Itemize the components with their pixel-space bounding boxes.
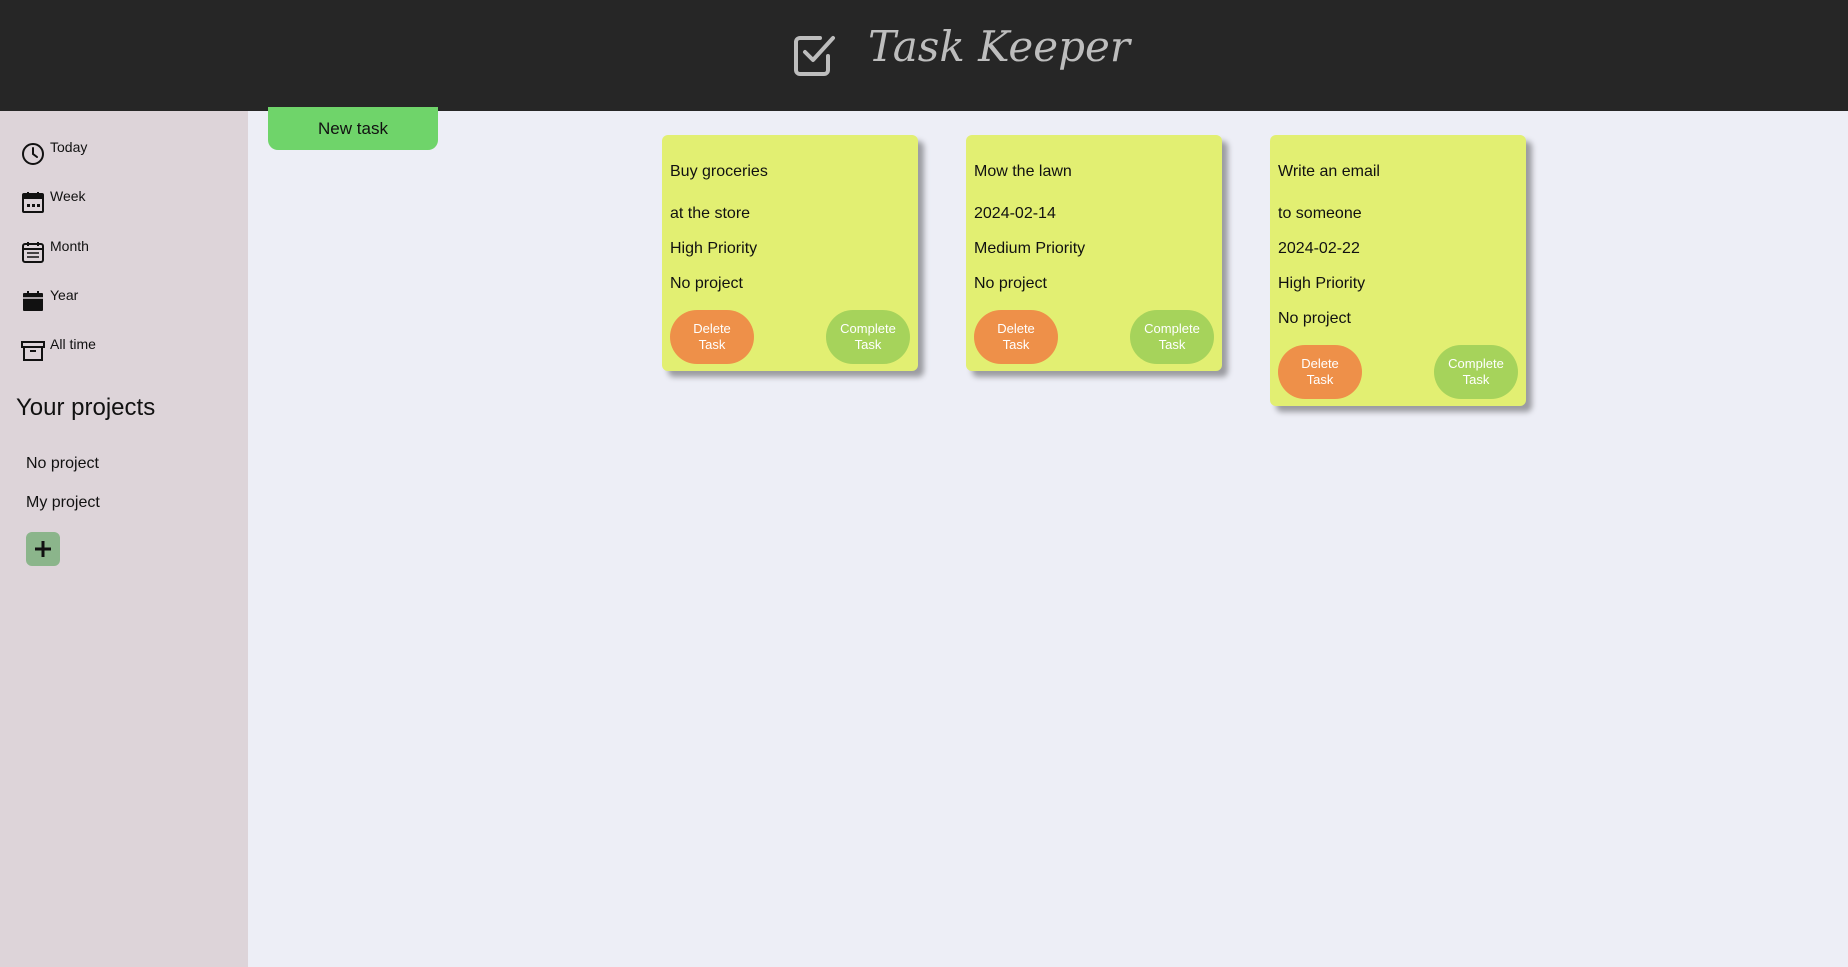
sidebar-item-month[interactable]: Month [20, 238, 89, 266]
task-card: Mow the lawn 2024-02-14 Medium Priority … [966, 135, 1222, 371]
task-due-date: 2024-02-14 [974, 205, 1056, 222]
task-card: Write an email to someone 2024-02-22 Hig… [1270, 135, 1526, 406]
delete-task-button[interactable]: Delete Task [1278, 345, 1362, 399]
task-project: No project [670, 275, 743, 292]
task-title: Write an email [1278, 163, 1380, 180]
task-priority: Medium Priority [974, 240, 1086, 257]
sidebar: Today Week Month Year All time Your proj… [0, 111, 248, 967]
complete-task-button[interactable]: Complete Task [1434, 345, 1518, 399]
task-priority: High Priority [670, 240, 758, 257]
sidebar-item-year[interactable]: Year [20, 287, 78, 315]
task-project: No project [974, 275, 1047, 292]
sidebar-item-all-time[interactable]: All time [20, 336, 96, 364]
projects-heading: Your projects [16, 394, 156, 421]
app-title: Task Keeper [868, 22, 1130, 71]
sidebar-item-today[interactable]: Today [20, 139, 87, 167]
new-task-button[interactable]: New task [268, 107, 438, 150]
sidebar-item-label: Month [50, 238, 89, 254]
complete-task-button[interactable]: Complete Task [826, 310, 910, 364]
calendar-month-icon [22, 242, 44, 263]
add-project-button[interactable] [26, 532, 60, 566]
task-description: to someone [1278, 205, 1362, 222]
task-title: Mow the lawn [974, 163, 1072, 180]
sidebar-item-week[interactable]: Week [20, 188, 86, 216]
sidebar-item-label: Week [50, 188, 86, 204]
complete-task-button[interactable]: Complete Task [1130, 310, 1214, 364]
project-item-no-project[interactable]: No project [26, 455, 99, 473]
task-due-date: 2024-02-22 [1278, 240, 1360, 257]
sidebar-item-label: All time [50, 336, 96, 352]
delete-task-button[interactable]: Delete Task [670, 310, 754, 364]
task-title: Buy groceries [670, 163, 768, 180]
plus-icon [35, 541, 51, 557]
sidebar-item-label: Today [50, 139, 88, 155]
task-description: at the store [670, 205, 751, 222]
calendar-week-icon [22, 192, 44, 213]
clock-icon [22, 143, 44, 165]
archive-icon [21, 341, 45, 361]
calendar-year-icon [23, 291, 43, 311]
task-card: Buy groceries at the store High Priority… [662, 135, 918, 371]
task-priority: High Priority [1278, 275, 1366, 292]
project-item-my-project[interactable]: My project [26, 494, 100, 512]
task-project: No project [1278, 310, 1351, 327]
app-header: Task Keeper [0, 0, 1848, 111]
sidebar-item-label: Year [50, 287, 79, 303]
delete-task-button[interactable]: Delete Task [974, 310, 1058, 364]
checkbox-icon [794, 36, 835, 76]
